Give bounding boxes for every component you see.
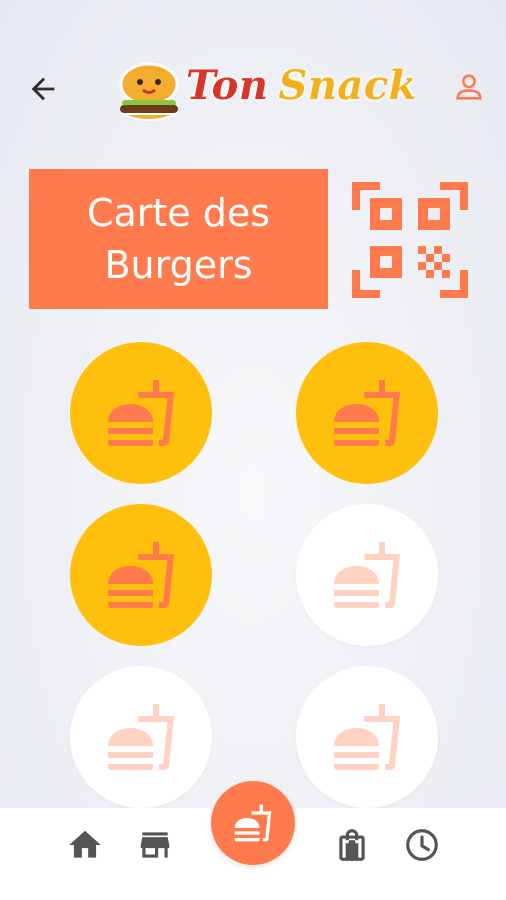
qr-code-icon (352, 182, 468, 298)
qr-scan-button[interactable] (350, 180, 470, 300)
logo-word-ton: Ton (186, 62, 269, 109)
profile-button[interactable] (448, 66, 490, 108)
nav-store[interactable] (135, 825, 175, 865)
logo-text: Ton Snack (186, 62, 417, 109)
app-header: Ton Snack (0, 0, 506, 180)
burger-drink-icon (108, 542, 174, 608)
store-icon (140, 832, 170, 858)
back-button[interactable] (22, 68, 64, 110)
user-icon (456, 74, 482, 100)
burger-drink-icon (334, 542, 400, 608)
logo: Ton Snack (110, 58, 416, 128)
burger-drink-icon (334, 380, 400, 446)
burger-drink-icon (334, 704, 400, 770)
stamp-slot-1[interactable] (70, 342, 212, 484)
nav-home[interactable] (65, 825, 105, 865)
burger-mascot-icon (119, 62, 179, 121)
burger-drink-icon (108, 380, 174, 446)
stamp-slot-2[interactable] (296, 342, 438, 484)
clock-icon (406, 829, 438, 861)
stamp-slot-4[interactable] (296, 504, 438, 646)
home-icon (69, 830, 101, 858)
logo-word-snack: Snack (278, 62, 417, 109)
stamp-slot-5[interactable] (70, 666, 212, 808)
arrow-left-icon (31, 77, 55, 101)
page-title-line1: Carte des (86, 191, 271, 235)
nav-orders[interactable] (332, 825, 372, 865)
burger-drink-icon (108, 704, 174, 770)
shopping-bag-icon (339, 829, 365, 861)
nav-history[interactable] (402, 825, 442, 865)
burger-drink-icon (234, 804, 272, 842)
page-title-line2: Burgers (104, 243, 253, 287)
stamp-slot-3[interactable] (70, 504, 212, 646)
stamp-slot-6[interactable] (296, 666, 438, 808)
page-title: Carte des Burgers (29, 169, 328, 309)
nav-stamp-card[interactable] (211, 781, 295, 865)
